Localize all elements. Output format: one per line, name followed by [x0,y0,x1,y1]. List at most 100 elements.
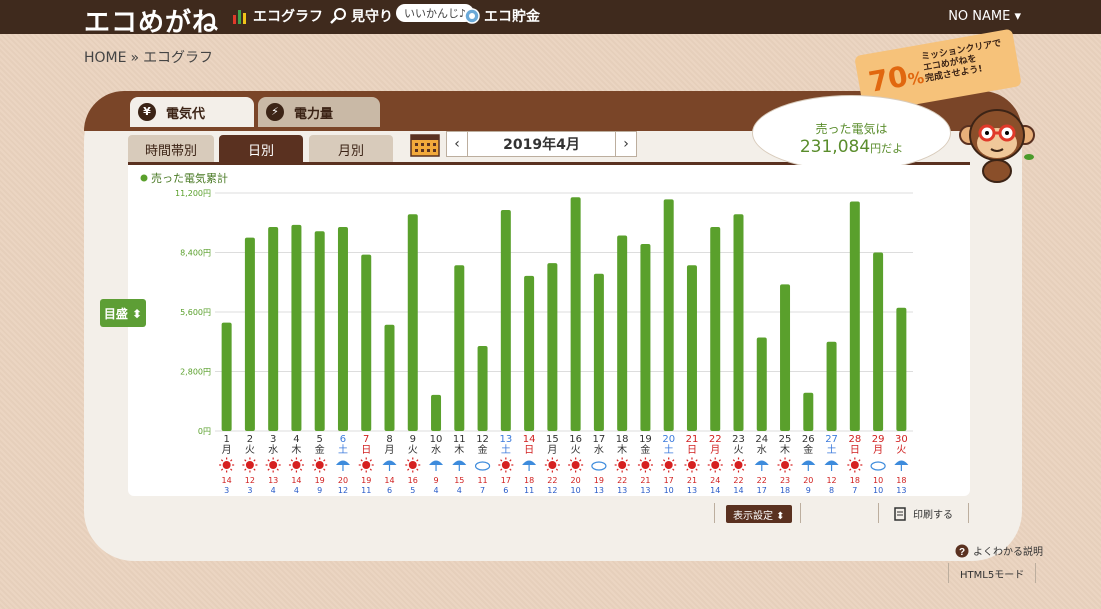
temp-high-label: 22 [757,476,767,485]
x-day-label: 25 [779,434,792,445]
x-day-label: 27 [825,434,838,445]
bar [500,210,511,431]
prev-month-button[interactable]: ‹ [447,132,468,156]
temp-high-label: 22 [547,476,557,485]
app-logo[interactable]: エコめがね [84,2,219,39]
goal-scale-button[interactable]: 目盛 ⬍ [100,299,146,327]
sun-ray [662,468,666,471]
y-tick-label: 8,400円 [180,249,211,258]
divider [948,563,949,583]
x-day-label: 1 [223,434,229,445]
x-day-label: 6 [340,434,346,445]
calendar-icon[interactable] [410,131,440,157]
x-day-label: 16 [569,434,582,445]
x-weekday-label: 木 [780,444,790,456]
x-weekday-label: 木 [454,444,464,456]
sun-weather-icon [711,461,720,469]
sun-ray [788,468,791,471]
sun-ray [639,459,642,462]
temp-low-label: 17 [757,486,767,495]
sun-weather-icon [687,461,696,469]
tab-daily[interactable]: 日別 [219,135,303,163]
x-weekday-label: 日 [850,445,860,456]
yen-icon: ¥ [138,103,156,121]
temp-high-label: 12 [245,476,255,485]
sun-weather-icon [618,461,627,469]
sun-ray [709,459,712,462]
temp-high-label: 21 [687,476,697,485]
sun-ray [625,468,628,471]
x-weekday-label: 火 [245,444,255,456]
sun-ray [276,468,279,471]
nav-eco-graph-label: エコグラフ [253,9,323,25]
temp-low-label: 10 [571,486,581,495]
print-button[interactable]: 印刷する [893,506,953,521]
nav-eco-savings[interactable]: エコ貯金 [463,6,540,26]
temp-low-label: 9 [317,486,322,495]
help-link[interactable]: ? よくわかる説明 [955,543,1043,558]
bar [733,214,744,431]
cloud-weather-icon [870,461,886,471]
breadcrumb-separator: » [130,50,140,66]
temp-high-label: 9 [433,476,438,485]
sun-ray [849,468,852,471]
divider [1035,563,1036,583]
temp-high-label: 18 [896,476,906,485]
html5-mode-link[interactable]: HTML5モード [960,566,1024,581]
sun-ray [616,468,619,471]
x-day-label: 20 [662,434,675,445]
tab-energy-amount[interactable]: ⚡ 電力量 [258,97,380,127]
temp-low-label: 12 [338,486,348,495]
umbrella-weather-icon [824,460,839,465]
x-day-label: 14 [523,434,536,445]
bar [873,252,884,431]
temp-high-label: 12 [826,476,836,485]
next-month-button[interactable]: › [615,132,636,156]
x-weekday-label: 日 [687,445,697,456]
tab-hourly[interactable]: 時間帯別 [128,135,214,163]
chart-panel: 売った電気累計 11,200円 8,400円 5,600円 2,800円 0円 1 月 14 3 2… [128,165,970,496]
bar [524,275,535,431]
bar [780,284,791,431]
bar [617,235,628,431]
nav-eco-graph[interactable]: エコグラフ [232,6,323,26]
tab-electricity-cost[interactable]: ¥ 電気代 [130,97,254,127]
display-settings-button[interactable]: 表示設定 ⬍ [726,505,792,523]
breadcrumb-home[interactable]: HOME [84,50,126,66]
x-day-label: 12 [476,434,489,445]
umbrella-weather-icon [429,460,444,465]
tab-monthly[interactable]: 月別 [309,135,393,163]
sun-ray [672,468,675,471]
sun-weather-icon [548,461,557,469]
temp-low-label: 6 [387,486,392,495]
sun-weather-icon [408,461,417,469]
temp-high-label: 11 [477,476,487,485]
x-day-label: 8 [386,434,392,445]
temp-low-label: 12 [547,486,557,495]
sun-weather-icon [269,461,278,469]
temp-high-label: 19 [594,476,604,485]
sun-ray [695,459,698,462]
sold-total-bubble: 売った電気は 231,084円だよ [752,95,951,171]
bar [896,307,907,431]
x-day-label: 22 [709,434,722,445]
tab-energy-amount-label: 電力量 [294,106,334,122]
sold-total-label: 売った電気は [815,122,888,136]
temp-high-label: 22 [617,476,627,485]
user-menu[interactable]: NO NAME ▾ [948,9,1021,24]
x-day-label: 19 [639,434,652,445]
sun-ray [290,468,293,471]
sun-weather-icon [362,461,371,469]
sun-ray [741,468,745,471]
sun-ray [718,468,721,471]
x-weekday-label: 日 [524,445,534,456]
sun-ray [244,459,247,462]
divider [800,503,801,523]
x-day-label: 29 [872,434,885,445]
sold-total-value: 231,084円だよ [799,137,904,157]
nav-mimamori[interactable]: 見守り [330,6,393,26]
sun-ray [648,459,652,462]
sun-ray [407,468,410,471]
x-day-label: 26 [802,434,815,445]
temp-low-label: 18 [780,486,790,495]
